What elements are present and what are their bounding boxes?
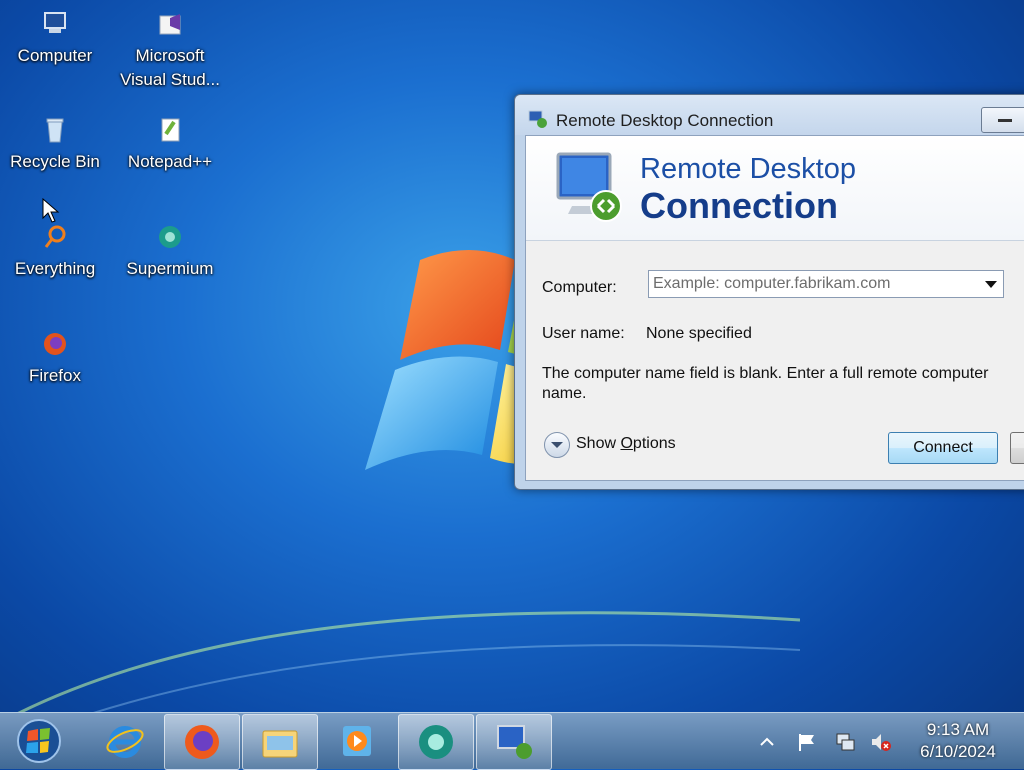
desktop-icon-recycle-bin[interactable]: Recycle Bin [0, 114, 110, 174]
show-hidden-icons-chevron-icon[interactable] [756, 731, 778, 753]
connect-button[interactable]: Connect [888, 432, 998, 464]
dialog-banner: Remote Desktop Connection [526, 136, 1024, 241]
notepad-plus-plus-icon [161, 118, 180, 142]
desktop-icon-label: Computer [17, 46, 93, 65]
desktop-icon-label: Supermium [126, 259, 214, 278]
desktop-icon-label: Firefox [29, 366, 81, 385]
action-center-flag-icon[interactable] [796, 731, 818, 753]
status-message: The computer name field is blank. Enter … [542, 365, 989, 402]
clock-date: 6/10/2024 [920, 742, 996, 761]
recycle-bin-icon [46, 118, 64, 143]
dialog-client-area: Remote Desktop Connection Computer: Exam… [525, 135, 1024, 481]
help-button[interactable] [1010, 432, 1024, 464]
desktop-icon-label: Recycle Bin [10, 152, 100, 171]
minimize-icon [998, 119, 1012, 122]
show-options-label: Show Options [576, 435, 676, 452]
computer-combobox[interactable]: Example: computer.fabrikam.com [648, 270, 1004, 298]
firefox-icon [44, 333, 66, 355]
expand-chevron-icon [544, 432, 570, 458]
volume-muted-icon[interactable] [870, 731, 892, 753]
start-button[interactable] [12, 716, 66, 766]
desktop-icon-visual-studio[interactable]: Microsoft Visual Stud... [115, 8, 225, 92]
taskbar-media-player[interactable] [320, 714, 394, 768]
system-clock[interactable]: 9:13 AM 6/10/2024 [898, 719, 1018, 763]
desktop-icon-firefox[interactable]: Firefox [0, 328, 110, 388]
taskbar-supermium[interactable] [398, 714, 474, 770]
taskbar-internet-explorer[interactable] [88, 714, 162, 768]
desktop-icon-label: Everything [14, 259, 96, 278]
taskbar-firefox[interactable] [164, 714, 240, 770]
banner-title-line2: Connection [640, 185, 838, 226]
internet-explorer-icon [106, 726, 144, 758]
computer-label: Computer: [542, 279, 617, 296]
supermium-icon [419, 725, 453, 759]
minimize-button[interactable] [981, 107, 1024, 133]
supermium-icon [159, 226, 181, 248]
desktop-icon-supermium[interactable]: Supermium [115, 221, 225, 281]
remote-desktop-dialog: Remote Desktop Connection Remote Desktop… [514, 94, 1024, 490]
username-label: User name: [542, 325, 625, 342]
computer-icon [44, 12, 66, 33]
dropdown-arrow-icon[interactable] [985, 281, 997, 288]
username-value: None specified [646, 325, 752, 342]
dialog-titlebar[interactable]: Remote Desktop Connection [515, 95, 1024, 135]
computer-placeholder: Example: computer.fabrikam.com [653, 275, 891, 292]
mouse-cursor-icon [42, 198, 60, 223]
desktop-icon-label: Microsoft Visual Stud... [120, 46, 220, 89]
taskbar: 9:13 AM 6/10/2024 [0, 712, 1024, 770]
remote-desktop-small-icon [528, 110, 547, 128]
desktop: Computer Microsoft Visual Stud... Recycl… [0, 0, 1024, 712]
everything-search-icon [44, 225, 66, 248]
taskbar-file-explorer[interactable] [242, 714, 318, 770]
clock-time: 9:13 AM [926, 720, 990, 739]
folder-icon [262, 730, 298, 758]
media-player-icon [343, 726, 371, 756]
dialog-title: Remote Desktop Connection [556, 111, 774, 130]
desktop-icon-everything[interactable]: Everything [0, 221, 110, 281]
banner-title-line1: Remote Desktop [640, 153, 856, 185]
firefox-icon [185, 725, 219, 759]
wallpaper-swoosh [17, 611, 800, 712]
desktop-icon-label: Notepad++ [127, 152, 213, 171]
remote-desktop-large-icon [556, 152, 622, 222]
desktop-icon-computer[interactable]: Computer [0, 8, 110, 68]
remote-desktop-icon [497, 725, 532, 759]
network-icon[interactable] [834, 731, 856, 753]
visual-studio-icon [159, 14, 181, 35]
taskbar-remote-desktop[interactable] [476, 714, 552, 770]
desktop-icon-notepad-plus-plus[interactable]: Notepad++ [115, 114, 225, 174]
